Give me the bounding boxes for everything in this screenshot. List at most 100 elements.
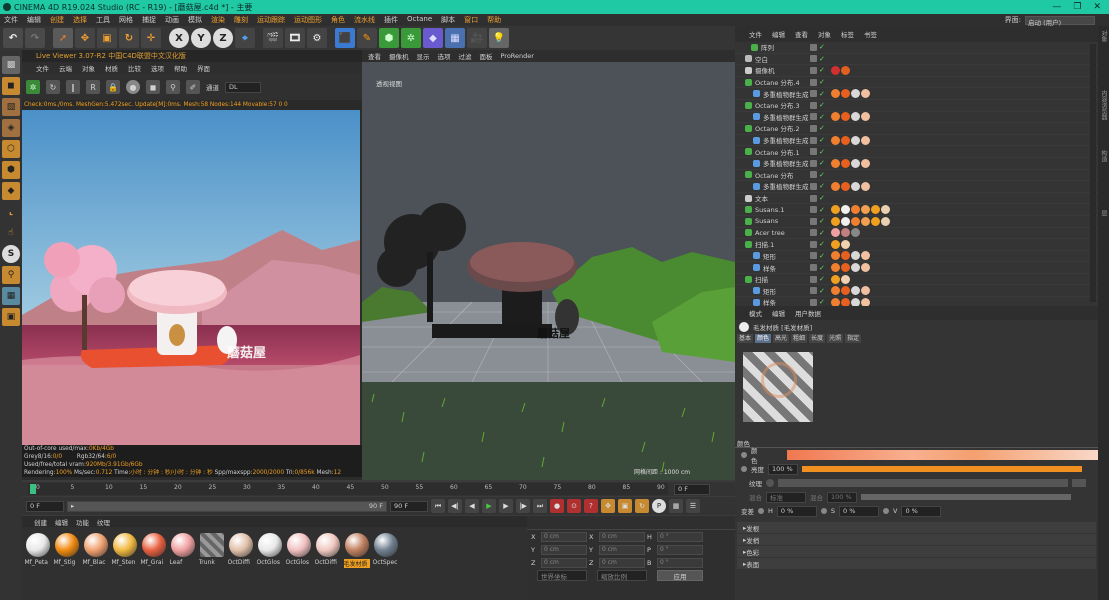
color-toggle-icon[interactable]: [741, 452, 747, 458]
menu-item[interactable]: 创建: [50, 15, 64, 25]
previous-frame-icon[interactable]: ◀: [465, 499, 479, 513]
material-swatch[interactable]: Mf_Sten: [112, 533, 137, 568]
object-manager-menu-item[interactable]: 文件: [749, 29, 762, 39]
render-settings-icon[interactable]: ⚙: [307, 28, 327, 48]
timeline-options-icon[interactable]: ☰: [686, 499, 700, 513]
viewport-menu-item[interactable]: 过滤: [459, 51, 472, 61]
tag-icon[interactable]: [831, 89, 840, 99]
tag-icon[interactable]: [831, 158, 840, 168]
end-frame-field[interactable]: 90 F: [390, 500, 428, 512]
next-key-icon[interactable]: |▶: [516, 499, 530, 513]
enabled-check-icon[interactable]: ✓: [819, 101, 825, 109]
viewport-menu-item[interactable]: 显示: [417, 51, 430, 61]
menu-item[interactable]: 选择: [73, 15, 87, 25]
polygons-mode-icon[interactable]: ◆: [2, 182, 20, 200]
tag-icon[interactable]: [871, 205, 880, 215]
material-swatch[interactable]: OctGlos: [286, 533, 311, 568]
deformer-icon[interactable]: ◆: [423, 28, 443, 48]
texture-menu-button[interactable]: [1072, 479, 1086, 487]
hue-variation-field[interactable]: 0 %: [776, 505, 817, 517]
menu-item[interactable]: 编辑: [27, 15, 41, 25]
right-strip-tab[interactable]: 层: [1099, 210, 1108, 216]
object-row[interactable]: 样条 ✓: [735, 262, 1098, 274]
enabled-check-icon[interactable]: ✓: [819, 229, 825, 237]
tag-icon[interactable]: [871, 216, 880, 226]
transform-icon[interactable]: ✛: [141, 28, 161, 48]
enabled-check-icon[interactable]: ✓: [819, 159, 825, 167]
material-swatch[interactable]: Mf_Peta: [25, 533, 50, 568]
tag-icon[interactable]: [841, 65, 850, 75]
tag-icon[interactable]: [851, 286, 860, 296]
floor-icon[interactable]: ▦: [445, 28, 465, 48]
tag-icon[interactable]: [861, 181, 870, 191]
tag-icon[interactable]: [851, 216, 860, 226]
live-select-icon[interactable]: ➚: [53, 28, 73, 48]
enabled-check-icon[interactable]: ✓: [819, 90, 825, 98]
live-viewer-menu-item[interactable]: 选项: [151, 63, 164, 73]
object-row[interactable]: Susans.1 ✓: [735, 204, 1098, 216]
live-viewer-menu-item[interactable]: 云端: [59, 63, 72, 73]
snap-icon[interactable]: S: [2, 245, 20, 263]
object-row[interactable]: Octane 分布.1 ✓: [735, 146, 1098, 158]
tag-icon[interactable]: [851, 251, 860, 261]
layer-checkbox[interactable]: [810, 182, 817, 190]
menu-item[interactable]: 网格: [119, 15, 133, 25]
material-swatch[interactable]: OctDiffi: [228, 533, 253, 568]
mix-slider[interactable]: [861, 494, 1071, 500]
object-row[interactable]: 多重植物群生成 ✓: [735, 88, 1098, 100]
model-mode-icon[interactable]: ◼: [2, 77, 20, 95]
workplane-icon[interactable]: ◈: [2, 119, 20, 137]
texture-arrow-icon[interactable]: [766, 479, 774, 487]
scale-icon[interactable]: ▣: [97, 28, 117, 48]
layer-checkbox[interactable]: [810, 240, 817, 248]
pen-icon[interactable]: ✎: [357, 28, 377, 48]
tag-icon[interactable]: [861, 251, 870, 261]
viewport-menu-item[interactable]: 面板: [480, 51, 493, 61]
tag-icon[interactable]: [861, 89, 870, 99]
tag-icon[interactable]: [841, 181, 850, 191]
layer-checkbox[interactable]: [810, 90, 817, 98]
live-viewer-menu-item[interactable]: 帮助: [174, 63, 187, 73]
attribute-tab[interactable]: 颜色: [755, 334, 772, 343]
enabled-check-icon[interactable]: ✓: [819, 275, 825, 283]
s-toggle-icon[interactable]: [820, 508, 827, 514]
tag-icon[interactable]: [881, 205, 890, 215]
object-row[interactable]: Acer tree ✓: [735, 228, 1098, 240]
layer-checkbox[interactable]: [810, 287, 817, 295]
tag-icon[interactable]: [861, 286, 870, 296]
tag-icon[interactable]: [841, 135, 850, 145]
rotate-icon[interactable]: ↻: [119, 28, 139, 48]
attribute-manager-menu-item[interactable]: 模式: [749, 308, 762, 318]
close-button[interactable]: ✕: [1093, 2, 1101, 12]
viewport-scene[interactable]: 透视视图 蘑菇屋 网格间距 : 1000 cm: [362, 62, 735, 480]
tag-icon[interactable]: [831, 286, 840, 296]
attribute-manager-menu-item[interactable]: 编辑: [772, 308, 785, 318]
attribute-tab[interactable]: 指定: [845, 334, 862, 343]
tag-icon[interactable]: [831, 181, 840, 191]
tag-icon[interactable]: [861, 205, 870, 215]
lock-icon[interactable]: 🔒: [106, 80, 120, 94]
key-pla-icon[interactable]: ▦: [669, 499, 683, 513]
coordinate-field[interactable]: 0 °: [657, 544, 703, 555]
make-editable-icon[interactable]: ▩: [2, 56, 20, 74]
material-menu-item[interactable]: 编辑: [55, 517, 68, 527]
attribute-tab[interactable]: 高光: [773, 334, 790, 343]
layer-checkbox[interactable]: [810, 124, 817, 132]
z-axis-icon[interactable]: Z: [213, 28, 233, 48]
coordinate-field[interactable]: 0 cm: [599, 544, 645, 555]
object-row[interactable]: Octane 分布 ✓: [735, 170, 1098, 182]
grid-icon[interactable]: ▦: [2, 287, 20, 305]
texture-mode-icon[interactable]: ▧: [2, 98, 20, 116]
timeline[interactable]: 0 5 10 15 20 25 30 35 40 45 50 55 60 65 70 75 80 85 90 0 F: [22, 482, 735, 496]
tag-icon[interactable]: [861, 135, 870, 145]
material-swatch[interactable]: Mf_Stig: [54, 533, 79, 568]
brightness-toggle-icon[interactable]: [741, 466, 747, 472]
enabled-check-icon[interactable]: ✓: [819, 148, 825, 156]
menu-item[interactable]: 动画: [165, 15, 179, 25]
saturation-variation-field[interactable]: 0 %: [839, 505, 880, 517]
menu-item[interactable]: 脚本: [441, 15, 455, 25]
play-icon[interactable]: ▶: [482, 499, 496, 513]
menu-item[interactable]: 工具: [96, 15, 110, 25]
enabled-check-icon[interactable]: ✓: [819, 252, 825, 260]
tag-icon[interactable]: [841, 286, 850, 296]
